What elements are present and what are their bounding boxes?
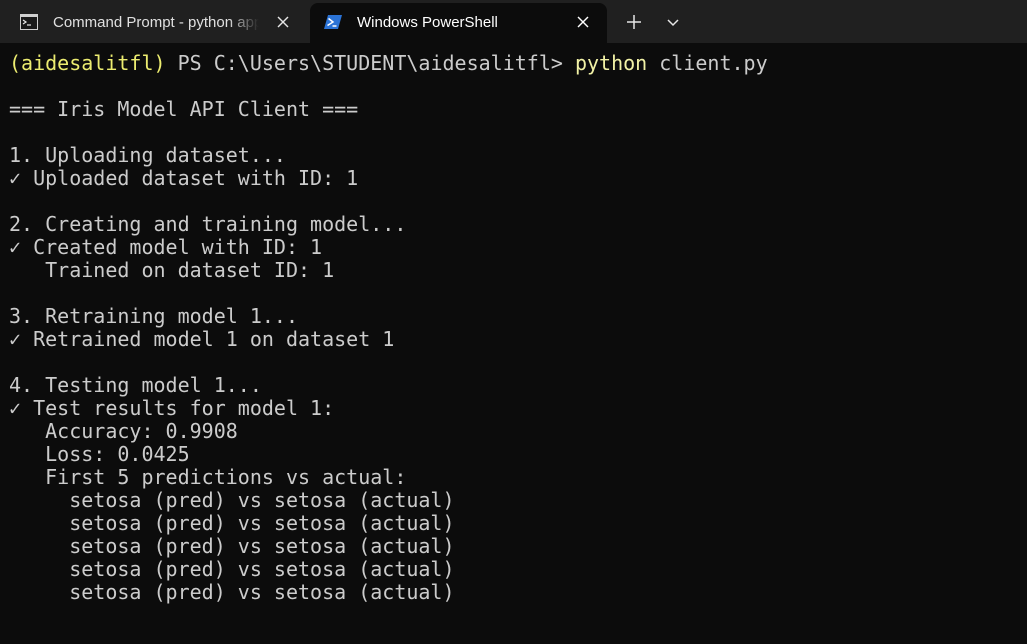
output-line: ✓ Retrained model 1 on dataset 1 xyxy=(9,327,395,351)
output-line: First 5 predictions vs actual: xyxy=(9,465,407,489)
close-icon[interactable] xyxy=(573,12,593,32)
output-line: 2. Creating and training model... xyxy=(9,212,407,236)
output-line: === Iris Model API Client === xyxy=(9,97,359,121)
output-line: 1. Uploading dataset... xyxy=(9,143,286,167)
output-line: ✓ Created model with ID: 1 xyxy=(9,235,323,259)
output-line: 3. Retraining model 1... xyxy=(9,304,298,328)
powershell-icon xyxy=(324,15,342,29)
command-prompt-icon xyxy=(20,14,38,30)
command-args: client.py xyxy=(647,51,768,75)
output-line: setosa (pred) vs setosa (actual) xyxy=(9,511,455,535)
prompt-env: (aidesalitfl) xyxy=(9,51,166,75)
output-line: Trained on dataset ID: 1 xyxy=(9,258,335,282)
output-line: setosa (pred) vs setosa (actual) xyxy=(9,488,455,512)
tab-bar: Command Prompt - python app Windows Powe… xyxy=(0,0,1027,43)
plus-icon[interactable] xyxy=(622,10,646,34)
output-line: setosa (pred) vs setosa (actual) xyxy=(9,557,455,581)
command-name: python xyxy=(574,51,648,75)
tab-title-command-prompt: Command Prompt - python app xyxy=(53,14,259,31)
prompt-line: (aidesalitfl) PS C:\Users\STUDENT\aidesa… xyxy=(9,52,1027,75)
output-line: ✓ Test results for model 1: xyxy=(9,396,335,420)
output-line: Loss: 0.0425 xyxy=(9,442,190,466)
output-line: setosa (pred) vs setosa (actual) xyxy=(9,534,455,558)
output-line: Accuracy: 0.9908 xyxy=(9,419,238,443)
tab-title-windows-powershell: Windows PowerShell xyxy=(357,14,498,31)
output-line: setosa (pred) vs setosa (actual) xyxy=(9,580,455,604)
close-icon[interactable] xyxy=(273,12,293,32)
chevron-down-icon[interactable] xyxy=(662,11,684,33)
terminal-output[interactable]: (aidesalitfl) PS C:\Users\STUDENT\aidesa… xyxy=(9,52,1027,604)
terminal-window: Command Prompt - python app Windows Powe… xyxy=(0,0,1027,644)
tab-windows-powershell[interactable]: Windows PowerShell xyxy=(310,3,607,43)
output-line: ✓ Uploaded dataset with ID: 1 xyxy=(9,166,359,190)
tab-command-prompt[interactable]: Command Prompt - python app xyxy=(6,3,304,43)
output-line: 4. Testing model 1... xyxy=(9,373,262,397)
prompt-path: PS C:\Users\STUDENT\aidesalitfl> xyxy=(165,51,575,75)
